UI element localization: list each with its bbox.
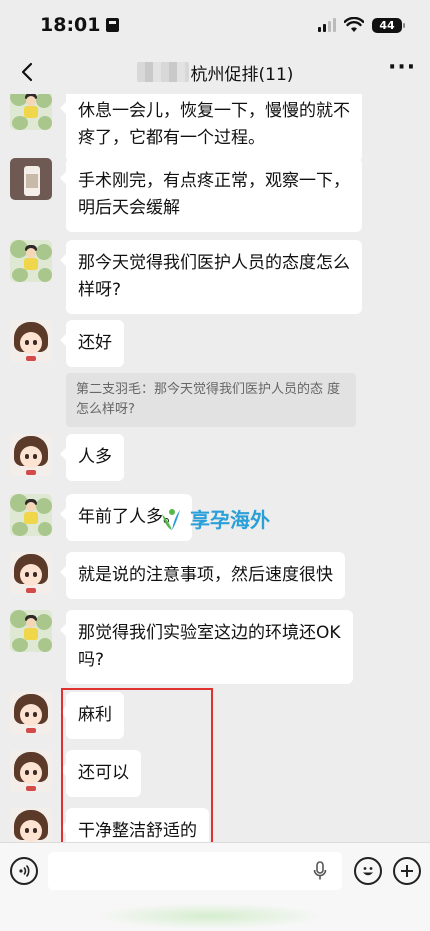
message-row: 还好 第二支羽毛：那今天觉得我们医护人员的态 度怎么样呀? [10,320,356,427]
message-bubble[interactable]: 休息一会儿，恢复一下，慢慢的就不 疼了，它都有一个过程。 [60,94,362,162]
battery-level: 44 [379,18,395,32]
battery-icon: 44 [372,17,405,33]
chat-title: 杭州促排(11) [190,64,294,85]
cellular-signal-icon [318,18,336,32]
nav-bar: 杭州促排(11) ··· [0,50,430,94]
message-row: 就是说的注意事项，然后速度很快 [10,552,345,599]
watermark-logo-icon [162,508,180,530]
message-input[interactable] [48,852,342,890]
watermark: 享孕海外 [158,504,270,533]
avatar[interactable] [10,610,52,652]
watermark-text: 享孕海外 [190,508,270,532]
message-row: 那觉得我们实验室这边的环境还OK 吗? [10,610,353,684]
status-bar: 18:01 44 [0,0,430,50]
back-arrow-icon[interactable] [14,58,42,86]
emoji-icon[interactable] [354,857,382,885]
id-card-icon [106,18,120,32]
message-bubble[interactable]: 人多 [60,434,124,481]
quoted-message[interactable]: 第二支羽毛：那今天觉得我们医护人员的态 度怎么样呀? [66,373,356,427]
microphone-icon[interactable] [312,861,328,881]
bubble-group: 那觉得我们实验室这边的环境还OK 吗? [60,610,353,684]
message-row: 休息一会儿，恢复一下，慢慢的就不 疼了，它都有一个过程。 [10,94,362,162]
avatar[interactable] [10,750,52,792]
more-options-icon[interactable]: ··· [388,57,416,84]
redacted-name-block [136,62,189,82]
message-bubble[interactable]: 就是说的注意事项，然后速度很快 [60,552,345,599]
add-attachment-icon[interactable] [393,857,421,885]
message-row: 那今天觉得我们医护人员的态度怎么 样呀? [10,240,362,314]
bubble-group: 休息一会儿，恢复一下，慢慢的就不 疼了，它都有一个过程。 [60,94,362,162]
status-time: 18:01 [40,14,101,36]
highlight-annotation-box [61,688,213,845]
bubble-group: 手术刚完，有点疼正常，观察一下， 明后天会缓解 [60,158,362,232]
message-bubble[interactable]: 手术刚完，有点疼正常，观察一下， 明后天会缓解 [60,158,362,232]
bubble-group: 就是说的注意事项，然后速度很快 [60,552,345,599]
wifi-icon [344,17,364,32]
nav-title-group: 杭州促排(11) [136,60,294,85]
input-bar [0,842,430,931]
avatar[interactable] [10,494,52,536]
avatar[interactable] [10,808,52,842]
bubble-group: 还好 第二支羽毛：那今天觉得我们医护人员的态 度怎么样呀? [60,320,356,427]
message-bubble[interactable]: 还好 [60,320,124,367]
avatar[interactable] [10,240,52,282]
message-bubble[interactable]: 那觉得我们实验室这边的环境还OK 吗? [60,610,353,684]
bubble-group: 那今天觉得我们医护人员的态度怎么 样呀? [60,240,362,314]
avatar[interactable] [10,434,52,476]
bubble-group: 人多 [60,434,124,481]
status-indicators: 44 [318,17,405,33]
home-indicator [95,903,325,929]
avatar[interactable] [10,692,52,734]
avatar[interactable] [10,94,52,130]
avatar[interactable] [10,320,52,362]
message-row: 手术刚完，有点疼正常，观察一下， 明后天会缓解 [10,158,362,232]
avatar[interactable] [10,158,52,200]
voice-input-icon[interactable] [10,857,38,885]
avatar[interactable] [10,552,52,594]
status-time-group: 18:01 [40,14,120,36]
message-row: 人多 [10,434,124,481]
message-bubble[interactable]: 那今天觉得我们医护人员的态度怎么 样呀? [60,240,362,314]
